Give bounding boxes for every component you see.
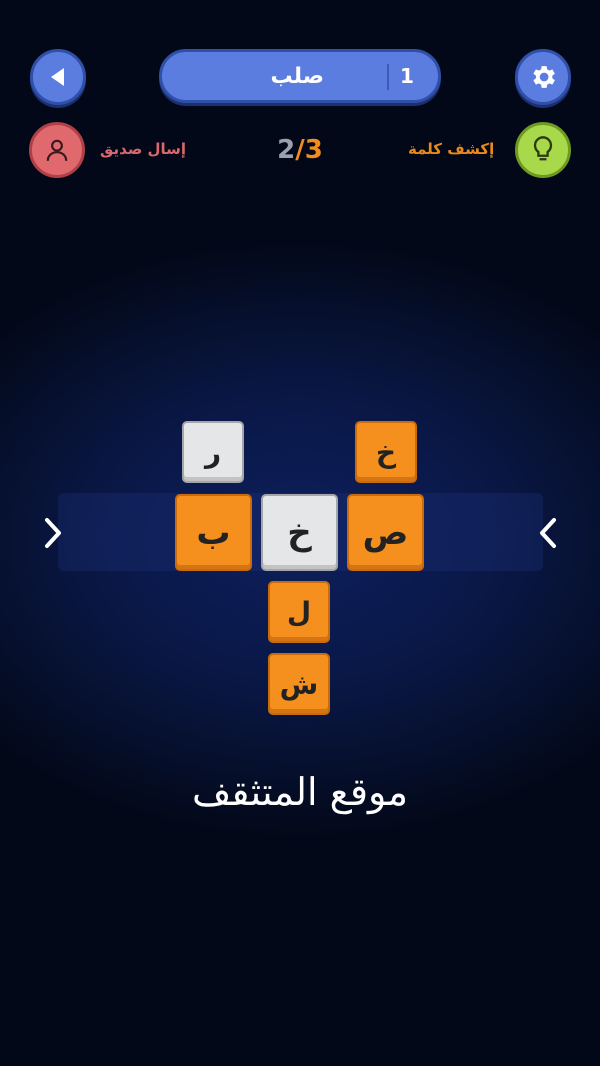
level-word-container: صلب [162, 52, 324, 100]
progress-total: 3 [304, 135, 323, 165]
letter-tile[interactable]: ل [268, 581, 330, 643]
send-friend-label[interactable]: إسال صديق [100, 140, 190, 158]
gear-icon [533, 66, 555, 88]
letter-tile[interactable]: ش [268, 653, 330, 715]
level-divider [387, 64, 389, 90]
chevron-right-icon [45, 518, 61, 548]
letter-tile[interactable]: ب [175, 494, 252, 571]
next-word-button[interactable] [38, 513, 68, 553]
word-progress: 2/3 [260, 135, 340, 165]
level-word: صلب [270, 63, 324, 89]
back-button[interactable] [30, 49, 86, 105]
lightbulb-icon [533, 136, 553, 161]
send-friend-button[interactable] [29, 122, 85, 178]
level-number: 1 [400, 64, 414, 88]
person-icon [46, 139, 68, 161]
progress-found: 2 [277, 135, 296, 165]
previous-word-button[interactable] [533, 513, 563, 553]
reveal-word-label[interactable]: إكشف كلمة [408, 140, 503, 158]
watermark-text: موقع المتثقف [191, 770, 409, 814]
letter-tile[interactable]: خ [355, 421, 417, 483]
reveal-word-button[interactable] [515, 122, 571, 178]
letter-tile[interactable]: ص [347, 494, 424, 571]
level-bar: صلب 1 [159, 49, 441, 103]
back-triangle-icon [51, 68, 64, 86]
settings-button[interactable] [515, 49, 571, 105]
letter-tile[interactable]: ر [182, 421, 244, 483]
chevron-left-icon [540, 518, 556, 548]
progress-separator: / [295, 135, 305, 165]
letter-tile-selected[interactable]: خ [261, 494, 338, 571]
